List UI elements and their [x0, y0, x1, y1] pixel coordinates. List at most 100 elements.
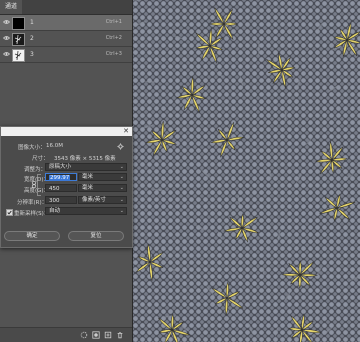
bamboo-leaf: [240, 213, 244, 229]
channel-thumbnail: [12, 49, 25, 62]
bamboo-leaf-cluster: [211, 281, 244, 316]
resolution-input[interactable]: 300: [45, 196, 77, 204]
chevron-down-icon: ⌄: [119, 208, 124, 214]
channel-thumbnail: [12, 33, 25, 46]
height-unit-select[interactable]: 毫米 ⌄: [78, 184, 127, 192]
bamboo-leaf-cluster: [223, 213, 260, 243]
bamboo-leaf: [223, 22, 238, 26]
width-value: 299.97: [49, 175, 71, 181]
bamboo-leaf: [281, 273, 301, 277]
bamboo-leaf: [195, 32, 211, 47]
bamboo-leaf-cluster: [135, 243, 164, 281]
bamboo-leaf: [217, 128, 228, 141]
resample-value: 自动: [49, 208, 61, 214]
bamboo-leaf: [215, 23, 225, 39]
new-channel-icon[interactable]: [104, 331, 112, 339]
bamboo-leaf: [149, 252, 164, 263]
shadow-leaf: [345, 174, 354, 179]
bamboo-leaf: [147, 243, 151, 263]
shadow-leaf: [216, 72, 225, 78]
bamboo-leaf: [135, 261, 151, 273]
chevron-down-icon: ⌄: [119, 174, 124, 180]
load-selection-icon[interactable]: [80, 331, 88, 339]
bamboo-leaf: [299, 273, 318, 277]
shadow-leaf: [317, 21, 324, 31]
visibility-eye-icon[interactable]: [3, 51, 10, 57]
channel-thumbnail: [12, 17, 25, 30]
height-unit: 毫米: [82, 185, 94, 191]
shadow-leaf: [206, 286, 215, 297]
dialog-titlebar: ✕: [1, 127, 132, 136]
bamboo-leaf: [211, 287, 228, 299]
tab-channels[interactable]: 通道: [0, 0, 23, 14]
shadow-leaf: [174, 35, 184, 40]
bamboo-leaf: [225, 297, 229, 316]
bamboo-leaf: [226, 297, 244, 309]
bamboo-leaf: [151, 130, 163, 141]
height-value: 450: [49, 186, 60, 192]
shadow-leaf: [200, 168, 211, 179]
document-canvas[interactable]: [132, 0, 360, 342]
height-input[interactable]: 450: [45, 184, 77, 192]
reset-button[interactable]: 复位: [68, 231, 124, 241]
channel-row-1[interactable]: 1 Ctrl+1: [0, 15, 132, 31]
resolution-unit: 像素/英寸: [82, 197, 106, 203]
shadow-leaf: [168, 268, 179, 272]
shadow-leaf: [144, 80, 158, 83]
channel-row-3[interactable]: 3 Ctrl+3: [0, 47, 132, 63]
shadow-leaf: [277, 230, 281, 242]
channel-shortcut: Ctrl+3: [105, 51, 122, 57]
visibility-eye-icon[interactable]: [3, 19, 10, 25]
bamboo-leaf-cluster: [210, 122, 245, 158]
width-unit: 毫米: [82, 174, 94, 180]
shadow-leaf: [274, 326, 279, 337]
shadow-leaf: [257, 41, 260, 56]
ok-button[interactable]: 确定: [4, 231, 60, 241]
bamboo-leaf: [229, 216, 243, 229]
checkmark-icon: [7, 210, 12, 215]
fit-to-select[interactable]: 原稿大小 ⌄: [45, 163, 127, 171]
shadow-leaf: [217, 230, 222, 240]
chevron-down-icon: ⌄: [119, 164, 124, 170]
bamboo-leaf: [190, 76, 194, 96]
channel-shortcut: Ctrl+1: [105, 19, 122, 25]
bamboo-leaf: [209, 22, 225, 26]
bamboo-leaf-cluster: [209, 7, 238, 41]
bamboo-leaf: [223, 23, 234, 41]
trash-icon[interactable]: [116, 331, 124, 339]
resample-select[interactable]: 自动 ⌄: [45, 207, 127, 215]
bamboo-leaf: [241, 216, 258, 229]
bamboo-leaf-cluster: [176, 76, 207, 113]
bamboo-leaf: [214, 7, 225, 25]
shadow-leaf: [237, 194, 240, 206]
shadow-leaf: [296, 171, 303, 184]
shadow-leaf: [328, 85, 339, 92]
bamboo-leaf: [226, 139, 236, 151]
shadow-leaf: [268, 169, 272, 180]
bamboo-leaf-pattern: [132, 0, 360, 342]
shadow-leaf: [132, 0, 142, 1]
gear-icon[interactable]: [117, 143, 124, 150]
bamboo-leaf-cluster: [333, 21, 360, 58]
visibility-eye-icon[interactable]: [3, 35, 10, 41]
save-selection-icon[interactable]: [92, 331, 100, 339]
width-input[interactable]: 299.97: [45, 173, 77, 181]
resolution-unit-select[interactable]: 像素/英寸 ⌄: [78, 196, 127, 204]
shadow-leaf: [134, 21, 147, 26]
resolution-value: 300: [49, 198, 60, 204]
resolution-label: 分辨率(R)：: [17, 200, 48, 206]
bamboo-leaf: [161, 120, 165, 141]
channel-row-2[interactable]: 2 Ctrl+2: [0, 31, 132, 47]
width-unit-select[interactable]: 毫米 ⌄: [78, 173, 127, 181]
shadow-leaf: [195, 225, 207, 231]
bamboo-leaf-cluster: [288, 313, 321, 342]
bamboo-leaf: [298, 260, 302, 276]
resample-checkbox[interactable]: [6, 209, 13, 216]
shadow-leaf: [284, 110, 287, 123]
image-size-value: 16.0M: [46, 143, 63, 149]
bamboo-leaf-cluster: [281, 260, 318, 289]
shadow-leaf: [283, 291, 291, 302]
close-icon[interactable]: ✕: [123, 127, 129, 136]
bamboo-leaf: [149, 261, 153, 281]
bamboo-leaf: [210, 139, 228, 144]
